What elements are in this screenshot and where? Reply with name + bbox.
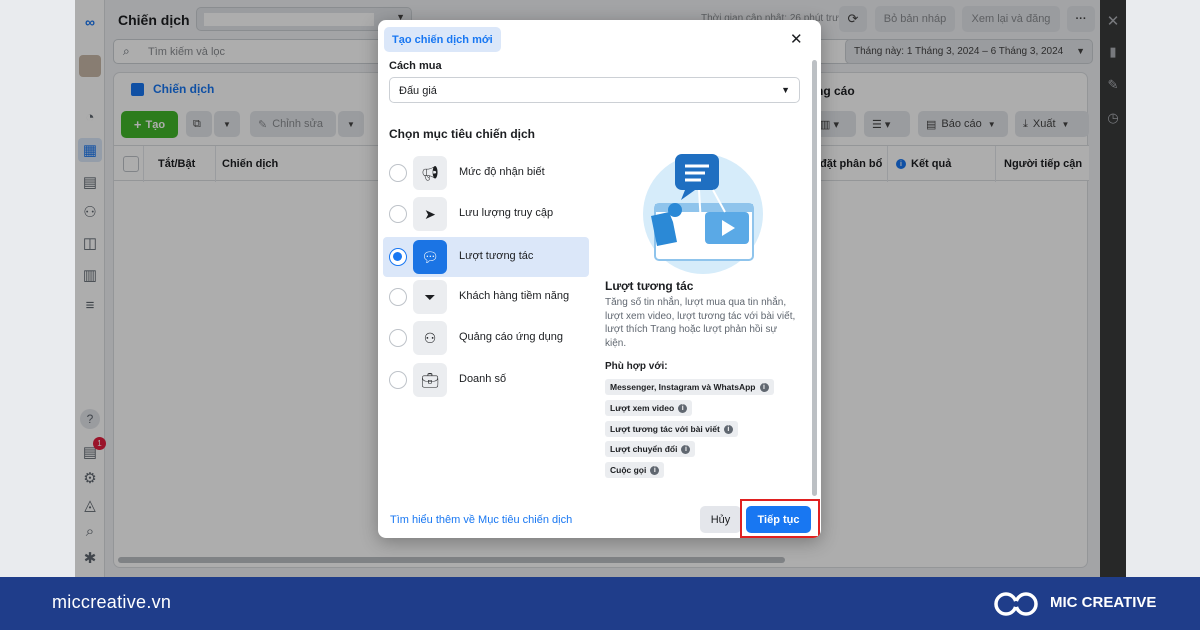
outer-frame-right: [1126, 0, 1200, 577]
objective-detail-description: Tăng số tin nhắn, lượt mua qua tin nhắn,…: [605, 297, 796, 349]
create-campaign-dialog: Tạo chiến dịch mới ✕ Cách mua Đấu giá ▼ …: [378, 20, 821, 538]
objective-label: Lưu lượng truy cập: [459, 207, 554, 219]
megaphone-icon: 📢︎: [413, 156, 447, 190]
fit-chip-label: Cuộc gọi: [610, 465, 647, 475]
mic-creative-logo-icon: [994, 592, 1038, 616]
fit-chip-label: Lượt xem video: [610, 403, 675, 413]
dialog-title: Tạo chiến dịch mới: [384, 27, 501, 52]
cancel-button[interactable]: Hủy: [700, 506, 741, 533]
footer-site-url: miccreative.vn: [52, 592, 172, 612]
objective-engagement[interactable]: 💬︎ Lượt tương tác: [383, 237, 589, 277]
buying-type-select[interactable]: Đấu giá ▼: [389, 77, 800, 103]
objective-app-promotion[interactable]: ⚇ Quảng cáo ứng dụng: [383, 318, 589, 358]
fit-chip-label: Lượt chuyển đổi: [610, 444, 678, 454]
fit-chip: Messenger, Instagram và WhatsApp i: [605, 379, 774, 395]
objective-radio[interactable]: [389, 164, 407, 182]
info-icon[interactable]: i: [759, 382, 769, 392]
fit-chip-label: Lượt tương tác với bài viết: [610, 424, 720, 434]
buying-type-label: Cách mua: [389, 60, 442, 72]
people-icon: ⚇: [413, 321, 447, 355]
info-icon[interactable]: i: [723, 424, 733, 434]
fit-chip: Lượt xem video i: [605, 400, 693, 416]
footer-brand-name: MIC CREATIVE: [1050, 594, 1157, 611]
objective-detail-title: Lượt tương tác: [605, 279, 694, 293]
chevron-down-icon: ▼: [781, 85, 790, 95]
objective-traffic[interactable]: ➤ Lưu lượng truy cập: [383, 194, 589, 234]
info-icon[interactable]: i: [681, 444, 691, 454]
fit-chip: Cuộc gọi i: [605, 462, 665, 478]
objective-label: Mức độ nhận biết: [459, 166, 545, 178]
continue-button[interactable]: Tiếp tục: [746, 506, 811, 533]
objective-radio-selected[interactable]: [389, 248, 407, 266]
dialog-scrollbar[interactable]: [812, 60, 817, 496]
objective-awareness[interactable]: 📢︎ Mức độ nhận biết: [383, 153, 589, 193]
objective-radio[interactable]: [389, 329, 407, 347]
brand-footer: miccreative.vn MIC CREATIVE: [0, 577, 1200, 630]
objective-radio[interactable]: [389, 371, 407, 389]
close-dialog-icon[interactable]: ✕: [790, 30, 803, 48]
briefcase-icon: 💼︎: [413, 363, 447, 397]
objective-label: Quảng cáo ứng dụng: [459, 331, 564, 343]
info-icon[interactable]: i: [678, 403, 688, 413]
chat-bubbles-icon: 💬︎: [413, 240, 447, 274]
buying-type-value: Đấu giá: [399, 85, 437, 97]
engagement-illustration: [643, 154, 763, 274]
fits-label: Phù hợp với:: [605, 361, 668, 372]
fit-chip: Lượt chuyển đổi i: [605, 441, 696, 457]
objective-sales[interactable]: 💼︎ Doanh số: [383, 360, 589, 400]
objective-radio[interactable]: [389, 205, 407, 223]
objective-leads[interactable]: ⏷ Khách hàng tiềm năng: [383, 277, 589, 317]
outer-frame-left: [0, 0, 75, 577]
fit-chip: Lượt tương tác với bài viết i: [605, 421, 738, 437]
objective-label: Khách hàng tiềm năng: [459, 290, 570, 302]
objective-radio[interactable]: [389, 288, 407, 306]
info-icon[interactable]: i: [650, 465, 660, 475]
objective-heading: Chọn mục tiêu chiến dịch: [389, 127, 536, 141]
objective-label: Lượt tương tác: [459, 250, 534, 262]
cursor-icon: ➤: [413, 197, 447, 231]
funnel-icon: ⏷: [413, 280, 447, 314]
learn-more-link[interactable]: Tìm hiểu thêm về Mục tiêu chiến dịch: [390, 514, 572, 526]
objective-label: Doanh số: [459, 373, 507, 385]
fit-chip-label: Messenger, Instagram và WhatsApp: [610, 382, 756, 392]
